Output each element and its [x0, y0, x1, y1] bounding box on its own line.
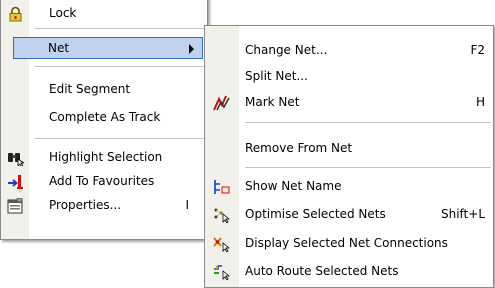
- submenu-arrow-icon: [189, 44, 194, 54]
- menu-item-shortcut: I: [185, 198, 189, 212]
- menu-item-label: Edit Segment: [49, 82, 131, 96]
- menu-item-lock[interactable]: Lock: [1, 3, 207, 25]
- menu-item-display-selected-net-connections[interactable]: Display Selected Net Connections: [205, 233, 493, 255]
- context-menu: Lock Net Edit Segment Complete As Track …: [0, 0, 208, 240]
- menu-item-show-net-name[interactable]: Show Net Name: [205, 176, 493, 198]
- menu-separator: [245, 167, 491, 168]
- menu-item-label: Complete As Track: [49, 110, 161, 124]
- menu-item-label: Auto Route Selected Nets: [245, 264, 399, 278]
- show-net-name-icon: [213, 179, 230, 195]
- net-submenu: Change Net... F2 Split Net... Mark Net H…: [204, 25, 494, 288]
- menu-item-label: Lock: [49, 6, 77, 20]
- menu-item-label: Highlight Selection: [49, 150, 163, 164]
- menu-item-complete-as-track[interactable]: Complete As Track: [1, 107, 207, 129]
- menu-item-change-net[interactable]: Change Net... F2: [205, 40, 493, 62]
- menu-item-net[interactable]: Net: [13, 37, 203, 59]
- menu-item-shortcut: H: [475, 95, 485, 109]
- menu-item-label: Split Net...: [245, 69, 308, 83]
- menu-item-shortcut: Shift+L: [440, 207, 485, 221]
- menu-item-highlight-selection[interactable]: Highlight Selection: [1, 147, 207, 169]
- menu-item-label: Mark Net: [245, 95, 300, 109]
- auto-route-icon: [213, 264, 231, 281]
- binoculars-icon: [7, 150, 26, 168]
- menu-item-add-to-favourites[interactable]: Add To Favourites: [1, 171, 207, 193]
- menu-item-label: Change Net...: [245, 43, 328, 57]
- add-favourite-icon: [7, 174, 24, 190]
- menu-item-shortcut: F2: [470, 43, 485, 57]
- mark-net-icon: [213, 95, 230, 111]
- menu-item-label: Net: [48, 41, 70, 55]
- menu-item-label: Display Selected Net Connections: [245, 236, 448, 250]
- menu-item-label: Add To Favourites: [49, 174, 155, 188]
- menu-item-remove-from-net[interactable]: Remove From Net: [205, 138, 493, 160]
- optimise-nets-icon: [213, 207, 231, 224]
- menu-separator: [35, 138, 205, 139]
- menu-separator: [35, 28, 205, 29]
- menu-item-edit-segment[interactable]: Edit Segment: [1, 79, 207, 101]
- menu-item-mark-net[interactable]: Mark Net H: [205, 92, 493, 114]
- menu-item-label: Properties...: [49, 198, 122, 212]
- menu-item-label: Optimise Selected Nets: [245, 207, 386, 221]
- menu-separator: [245, 122, 491, 123]
- menu-item-properties[interactable]: Properties... I: [1, 195, 207, 217]
- menu-item-auto-route-selected-nets[interactable]: Auto Route Selected Nets: [205, 261, 493, 283]
- menu-item-optimise-selected-nets[interactable]: Optimise Selected Nets Shift+L: [205, 204, 493, 226]
- display-connections-icon: [213, 236, 231, 253]
- menu-item-label: Show Net Name: [245, 179, 342, 193]
- properties-icon: [7, 197, 24, 214]
- lock-icon: [7, 6, 24, 22]
- menu-item-split-net[interactable]: Split Net...: [205, 66, 493, 88]
- menu-item-label: Remove From Net: [245, 141, 353, 155]
- menu-separator: [35, 66, 205, 67]
